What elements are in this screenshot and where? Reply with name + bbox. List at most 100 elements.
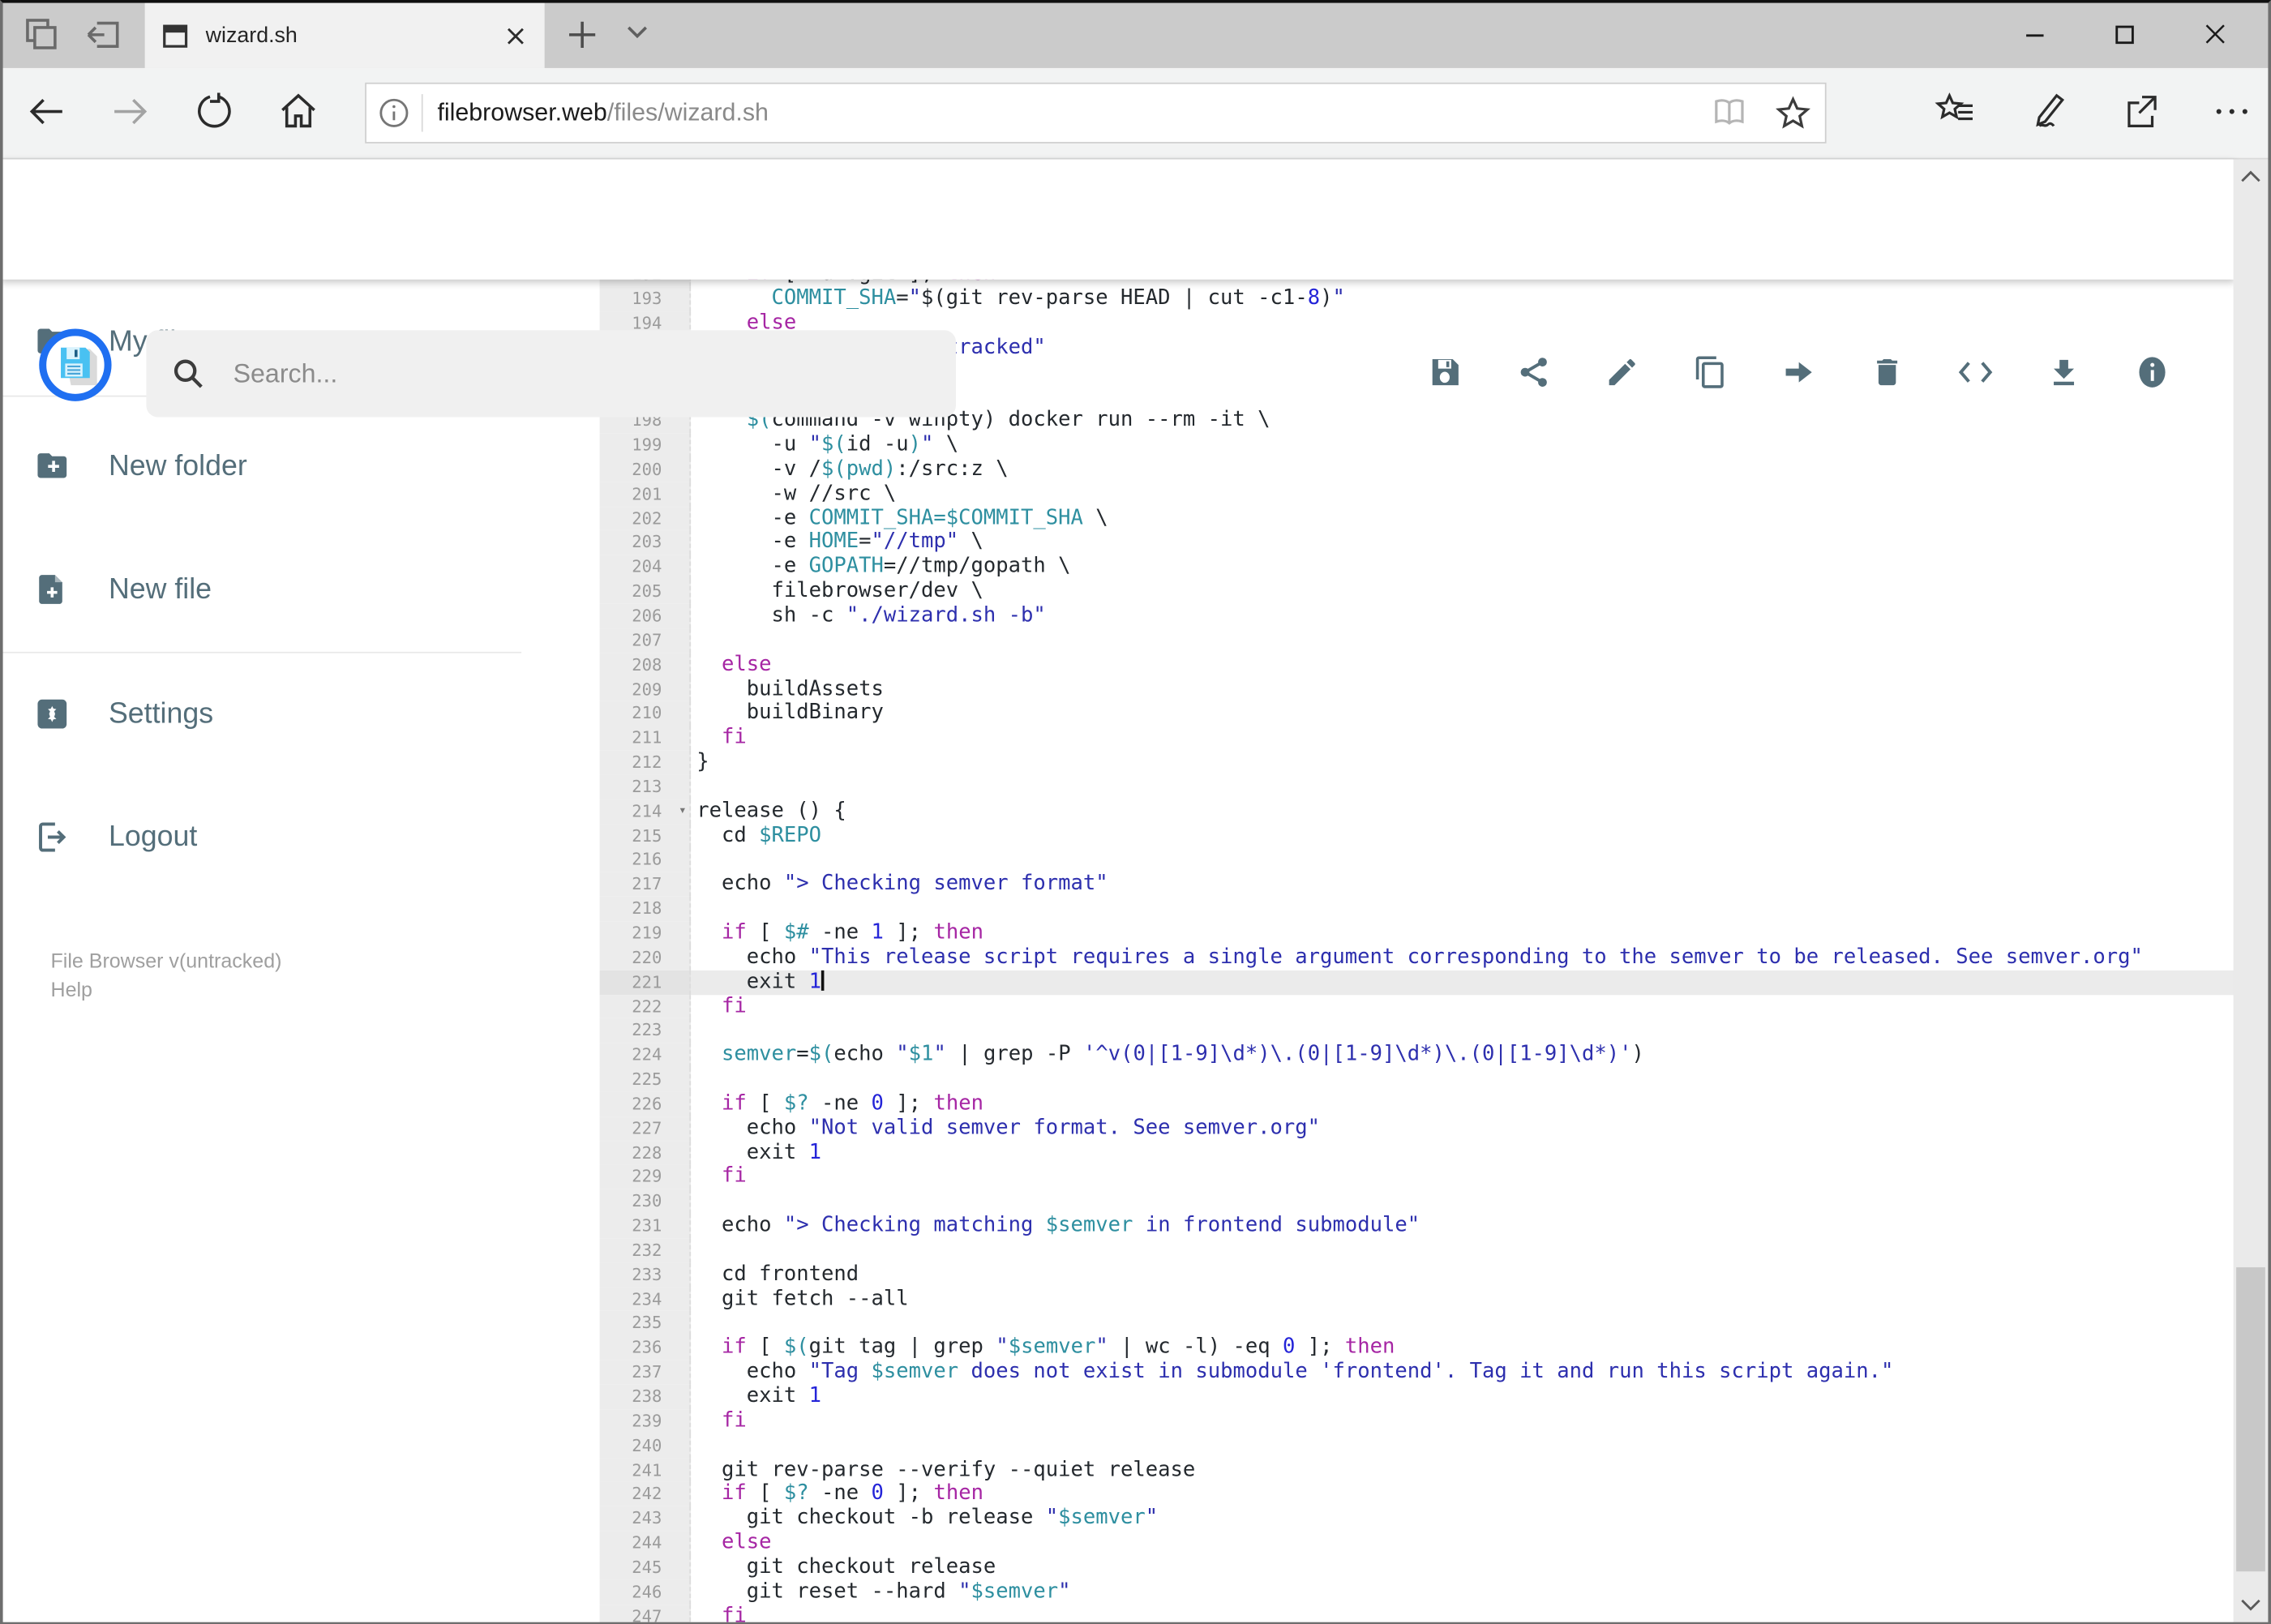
new-tab-button[interactable] [562, 15, 602, 55]
search-input[interactable] [230, 357, 810, 391]
code-line[interactable]: 215 cd $REPO [599, 823, 2235, 848]
code-line[interactable]: 209 buildAssets [599, 677, 2235, 702]
code-line[interactable]: 239 fi [599, 1408, 2235, 1433]
scrollbar-thumb[interactable] [2236, 1267, 2265, 1572]
code-line[interactable]: 247 fi [599, 1604, 2235, 1624]
code-line[interactable]: 192 if [ -d .git ]; then [599, 279, 2235, 287]
filebrowser-logo[interactable] [39, 328, 112, 401]
close-window-button[interactable] [2170, 0, 2260, 68]
code-line[interactable]: 232 [599, 1238, 2235, 1263]
search-box[interactable] [146, 330, 956, 418]
code-line[interactable]: 224 semver=$(echo "$1" | grep -P '^v(0|[… [599, 1043, 2235, 1068]
code-line[interactable]: 207 [599, 628, 2235, 653]
code-line[interactable]: 204 -e GOPATH=//tmp/gopath \ [599, 555, 2235, 580]
code-line[interactable]: 242 if [ $? -ne 0 ]; then [599, 1482, 2235, 1507]
move-button[interactable] [1781, 355, 1816, 390]
code-line[interactable]: 228 exit 1 [599, 1140, 2235, 1165]
code-line[interactable]: 223 [599, 1018, 2235, 1043]
code-line[interactable]: 225 [599, 1067, 2235, 1092]
code-line[interactable]: 203 -e HOME="//tmp" \ [599, 530, 2235, 555]
favorite-star-icon[interactable] [1776, 96, 1810, 131]
code-line[interactable]: 231 echo "> Checking matching $semver in… [599, 1214, 2235, 1239]
code-line[interactable]: 200 -v /$(pwd):/src:z \ [599, 457, 2235, 482]
download-button[interactable] [2046, 355, 2081, 390]
code-line[interactable]: 234 git fetch --all [599, 1287, 2235, 1312]
url-text[interactable]: filebrowser.web/files/wizard.sh [437, 98, 1712, 127]
back-button[interactable] [24, 88, 70, 135]
code-line[interactable]: 238 exit 1 [599, 1384, 2235, 1409]
code-line[interactable]: 227 echo "Not valid semver format. See s… [599, 1116, 2235, 1141]
reading-view-icon[interactable] [1712, 97, 1746, 129]
delete-button[interactable] [1870, 355, 1905, 390]
code-line[interactable]: 240 [599, 1433, 2235, 1459]
page-scrollbar[interactable] [2233, 159, 2269, 1622]
code-line[interactable]: 222 fi [599, 994, 2235, 1019]
code-line[interactable]: 221 exit 1 [599, 970, 2235, 995]
code-line[interactable]: 246 git reset --hard "$semver" [599, 1579, 2235, 1605]
hub-favorites-icon[interactable] [1935, 92, 1976, 130]
code-editor[interactable]: 192 if [ -d .git ]; then193 COMMIT_SHA="… [599, 279, 2235, 1624]
line-number: 240 [599, 1433, 692, 1459]
code-line[interactable]: 244 else [599, 1531, 2235, 1556]
address-bar[interactable]: filebrowser.web/files/wizard.sh [365, 82, 1827, 144]
code-line[interactable]: 233 cd frontend [599, 1262, 2235, 1288]
more-options-icon[interactable] [2213, 105, 2251, 117]
code-line[interactable]: 241 git rev-parse --verify --quiet relea… [599, 1458, 2235, 1483]
code-line[interactable]: 212} [599, 750, 2235, 775]
tab-list-chevron-icon[interactable] [626, 24, 649, 41]
code-text: -w //src \ [696, 482, 897, 506]
code-line[interactable]: 217 echo "> Checking semver format" [599, 872, 2235, 898]
save-button[interactable] [1428, 355, 1463, 390]
refresh-button[interactable] [191, 88, 238, 135]
rename-button[interactable] [1605, 355, 1639, 390]
share-icon[interactable] [2120, 92, 2161, 132]
code-line[interactable]: 213 [599, 774, 2235, 799]
code-line[interactable]: 205 filebrowser/dev \ [599, 579, 2235, 604]
tab-close-icon[interactable] [504, 24, 528, 47]
code-line[interactable]: 230 [599, 1189, 2235, 1215]
code-line[interactable]: 243 git checkout -b release "$semver" [599, 1506, 2235, 1532]
annotate-pen-icon[interactable] [2028, 92, 2068, 132]
fold-arrow-icon[interactable]: ▾ [679, 799, 687, 824]
code-line[interactable]: 226 if [ $? -ne 0 ]; then [599, 1091, 2235, 1116]
tab-wizard-sh[interactable]: wizard.sh [144, 2, 545, 68]
code-line[interactable]: 201 -w //src \ [599, 482, 2235, 507]
sidebar-item-settings[interactable]: Settings [0, 674, 521, 755]
scroll-down-icon[interactable] [2234, 1590, 2269, 1622]
raw-code-button[interactable] [1958, 355, 1993, 390]
scroll-up-icon[interactable] [2234, 159, 2269, 191]
code-line[interactable]: 208 else [599, 653, 2235, 678]
code-line[interactable]: 206 sh -c "./wizard.sh -b" [599, 603, 2235, 629]
code-line[interactable]: 236 if [ $(git tag | grep "$semver" | wc… [599, 1335, 2235, 1360]
code-line[interactable]: 235 [599, 1311, 2235, 1336]
info-button[interactable] [2135, 355, 2170, 390]
tabs-set-aside-icon[interactable] [84, 15, 125, 55]
code-text: echo "This release script requires a sin… [696, 945, 2143, 969]
line-number: 225 [599, 1067, 692, 1092]
code-line[interactable]: 211 fi [599, 726, 2235, 751]
code-line[interactable]: 210 buildBinary [599, 701, 2235, 726]
code-line[interactable]: 218 [599, 897, 2235, 922]
sidebar-item-new-folder[interactable]: New folder [0, 426, 521, 507]
code-line[interactable]: 202 -e COMMIT_SHA=$COMMIT_SHA \ [599, 506, 2235, 531]
tab-preview-icon[interactable] [20, 15, 61, 55]
code-line[interactable]: 245 git checkout release [599, 1555, 2235, 1580]
share-file-button[interactable] [1516, 355, 1551, 390]
forward-button[interactable] [107, 88, 153, 135]
code-line[interactable]: 219 if [ $# -ne 1 ]; then [599, 921, 2235, 946]
sidebar-item-logout[interactable]: Logout [0, 796, 521, 877]
code-line[interactable]: 220 echo "This release script requires a… [599, 945, 2235, 971]
code-line[interactable]: 237 echo "Tag $semver does not exist in … [599, 1360, 2235, 1385]
code-line[interactable]: 216 [599, 847, 2235, 872]
help-link[interactable]: Help [51, 978, 92, 1001]
home-button[interactable] [275, 88, 321, 135]
site-info-icon[interactable] [366, 97, 422, 129]
copy-button[interactable] [1693, 355, 1728, 390]
sidebar-item-new-file[interactable]: New file [0, 549, 521, 630]
code-line[interactable]: 199 -u "$(id -u)" \ [599, 433, 2235, 458]
minimize-button[interactable] [1990, 0, 2080, 68]
code-line[interactable]: 214 ▾ release () { [599, 799, 2235, 824]
code-line[interactable]: 229 fi [599, 1164, 2235, 1190]
code-line[interactable]: 193 COMMIT_SHA="$(git rev-parse HEAD | c… [599, 286, 2235, 311]
maximize-button[interactable] [2080, 0, 2170, 68]
